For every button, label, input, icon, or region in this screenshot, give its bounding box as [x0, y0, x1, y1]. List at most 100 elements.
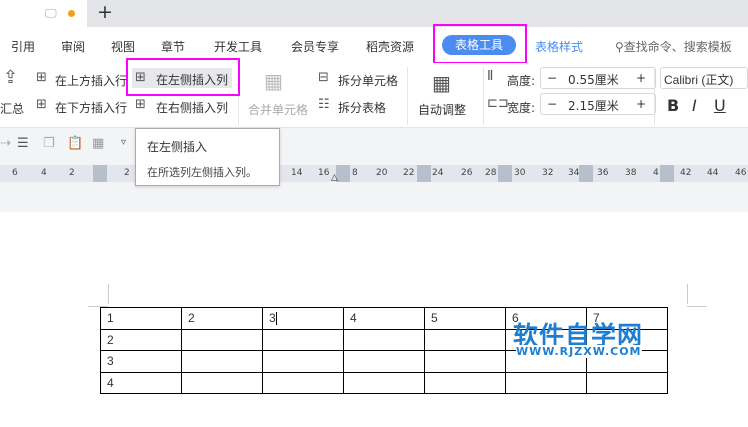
column-marker[interactable] — [417, 165, 431, 182]
auto-fit-button[interactable]: 自动调整 — [418, 101, 466, 118]
ruler-label: 32 — [542, 168, 554, 178]
ruler-label: 6 — [12, 168, 18, 178]
menu-item-references[interactable]: 引用 — [11, 38, 35, 55]
table-cell[interactable] — [181, 328, 263, 351]
ruler-label: 4 — [653, 168, 659, 178]
height-stepper[interactable]: − 0.55厘米 + — [540, 67, 656, 89]
menu-bar: 引用 审阅 视图 章节 开发工具 会员专享 稻壳资源 表格工具 表格样式 ⚲查找… — [0, 27, 748, 63]
tooltip: 在左侧插入 在所选列左侧插入列。 — [135, 128, 280, 186]
width-decrease[interactable]: − — [547, 97, 557, 111]
page-gap — [0, 188, 748, 212]
table-cell[interactable] — [343, 328, 425, 351]
table-cell[interactable]: 4 — [100, 371, 182, 394]
ruler-label: 8 — [352, 168, 358, 178]
ruler-label: 44 — [707, 168, 719, 178]
table-cell[interactable]: 2 — [100, 328, 182, 351]
ruler-label: 2 — [124, 168, 130, 178]
height-value[interactable]: 0.55厘米 — [568, 71, 619, 88]
menu-item-docer[interactable]: 稻壳资源 — [366, 38, 414, 55]
auto-fit-icon: ▦ — [432, 71, 451, 95]
new-tab-button[interactable]: + — [97, 1, 113, 23]
search-label: 查找命令、搜索模板 — [623, 40, 732, 54]
ruler-label: 26 — [461, 168, 473, 178]
margin-mark — [108, 284, 109, 304]
ribbon: ⇪ 汇总 ⊞ 在上方插入行 ⊞ 在下方插入行 ⊞ 在左侧插入列 ⊞ 在右侧插入列… — [0, 63, 748, 128]
table-cell[interactable]: 4 — [343, 307, 425, 330]
ruler-label: 22 — [403, 168, 415, 178]
table-cell[interactable] — [343, 350, 425, 373]
table-cell[interactable] — [424, 328, 506, 351]
menu-item-chapter[interactable]: 章节 — [161, 38, 185, 55]
margin-mark — [687, 306, 707, 307]
summary-button[interactable]: 汇总 — [0, 100, 24, 117]
merge-cells-button[interactable]: 合并单元格 — [248, 101, 308, 118]
text-cursor — [275, 312, 277, 326]
insert-col-right-icon: ⊞ — [135, 97, 146, 112]
insert-row-below-button[interactable]: 在下方插入行 — [55, 99, 127, 116]
unsaved-dot-icon — [68, 10, 75, 17]
insert-row-above-button[interactable]: 在上方插入行 — [55, 72, 127, 89]
merge-icon: ▦ — [264, 69, 283, 93]
width-value[interactable]: 2.15厘米 — [568, 97, 619, 114]
insert-col-right-button[interactable]: 在右侧插入列 — [156, 99, 228, 116]
italic-button[interactable]: I — [692, 96, 697, 115]
menu-item-view[interactable]: 视图 — [111, 38, 135, 55]
table-cell[interactable] — [262, 350, 344, 373]
underline-button[interactable]: U — [714, 96, 726, 115]
font-select[interactable]: Calibri (正文) — [660, 67, 748, 89]
table-cell[interactable]: 1 — [100, 307, 182, 330]
column-marker[interactable] — [336, 165, 350, 182]
table-cell[interactable] — [424, 371, 506, 394]
table-cell[interactable] — [343, 371, 425, 394]
table-cell[interactable] — [262, 371, 344, 394]
table-cell[interactable]: 2 — [181, 307, 263, 330]
table-icon[interactable]: ▦ — [92, 136, 104, 151]
column-marker[interactable] — [579, 165, 593, 182]
table-cell[interactable] — [262, 328, 344, 351]
tooltip-title: 在左侧插入 — [147, 140, 208, 154]
bold-button[interactable]: B — [667, 96, 679, 115]
ruler-label: 38 — [625, 168, 637, 178]
split-table-button[interactable]: 拆分表格 — [338, 99, 386, 116]
split-cell-button[interactable]: 拆分单元格 — [338, 72, 398, 89]
ruler-label: 30 — [514, 168, 526, 178]
highlight-box — [433, 24, 527, 64]
width-increase[interactable]: + — [636, 97, 646, 111]
tooltip-desc: 在所选列左侧插入列。 — [147, 166, 257, 179]
paste-icon[interactable]: 📋 — [67, 136, 83, 151]
more-dropdown-icon[interactable]: ▿ — [121, 137, 126, 148]
insert-row-above-icon: ⊞ — [36, 70, 47, 85]
redo-icon[interactable]: ⇢ — [0, 136, 11, 151]
menu-item-review[interactable]: 审阅 — [61, 38, 85, 55]
align-icon[interactable]: ☰ — [17, 136, 29, 151]
divider — [654, 67, 655, 125]
tab-table-style[interactable]: 表格样式 — [535, 38, 583, 55]
table-cell[interactable] — [424, 350, 506, 373]
height-label: 高度: — [507, 74, 536, 88]
table-cell[interactable]: 5 — [424, 307, 506, 330]
indent-marker-icon[interactable]: △ — [331, 173, 338, 183]
col-width-icon: ⊏⊐ — [487, 96, 509, 111]
table-cell[interactable]: 3 — [262, 307, 344, 330]
ruler-label: 16 — [318, 168, 330, 178]
menu-item-member[interactable]: 会员专享 — [291, 38, 339, 55]
menu-item-developer[interactable]: 开发工具 — [214, 38, 262, 55]
column-marker[interactable] — [498, 165, 512, 182]
width-stepper[interactable]: − 2.15厘米 + — [540, 93, 656, 115]
table-cell[interactable] — [505, 371, 587, 394]
ruler-label: 46 — [735, 168, 747, 178]
insert-row-below-icon: ⊞ — [36, 97, 47, 112]
table-cell[interactable] — [181, 371, 263, 394]
search-command[interactable]: ⚲查找命令、搜索模板 — [615, 38, 732, 55]
ruler-label: 4 — [41, 168, 47, 178]
table-cell[interactable] — [181, 350, 263, 373]
table-cell[interactable] — [586, 371, 668, 394]
column-marker[interactable] — [93, 165, 107, 182]
height-increase[interactable]: + — [636, 71, 646, 85]
table-cell[interactable]: 3 — [100, 350, 182, 373]
copy-icon[interactable]: ❐ — [43, 136, 55, 151]
table-row: 4 — [100, 371, 668, 394]
ruler[interactable]: 6 4 2 2 14 16 8 20 22 24 26 28 30 32 34 … — [0, 160, 748, 188]
column-marker[interactable] — [660, 165, 674, 182]
height-decrease[interactable]: − — [547, 71, 557, 85]
